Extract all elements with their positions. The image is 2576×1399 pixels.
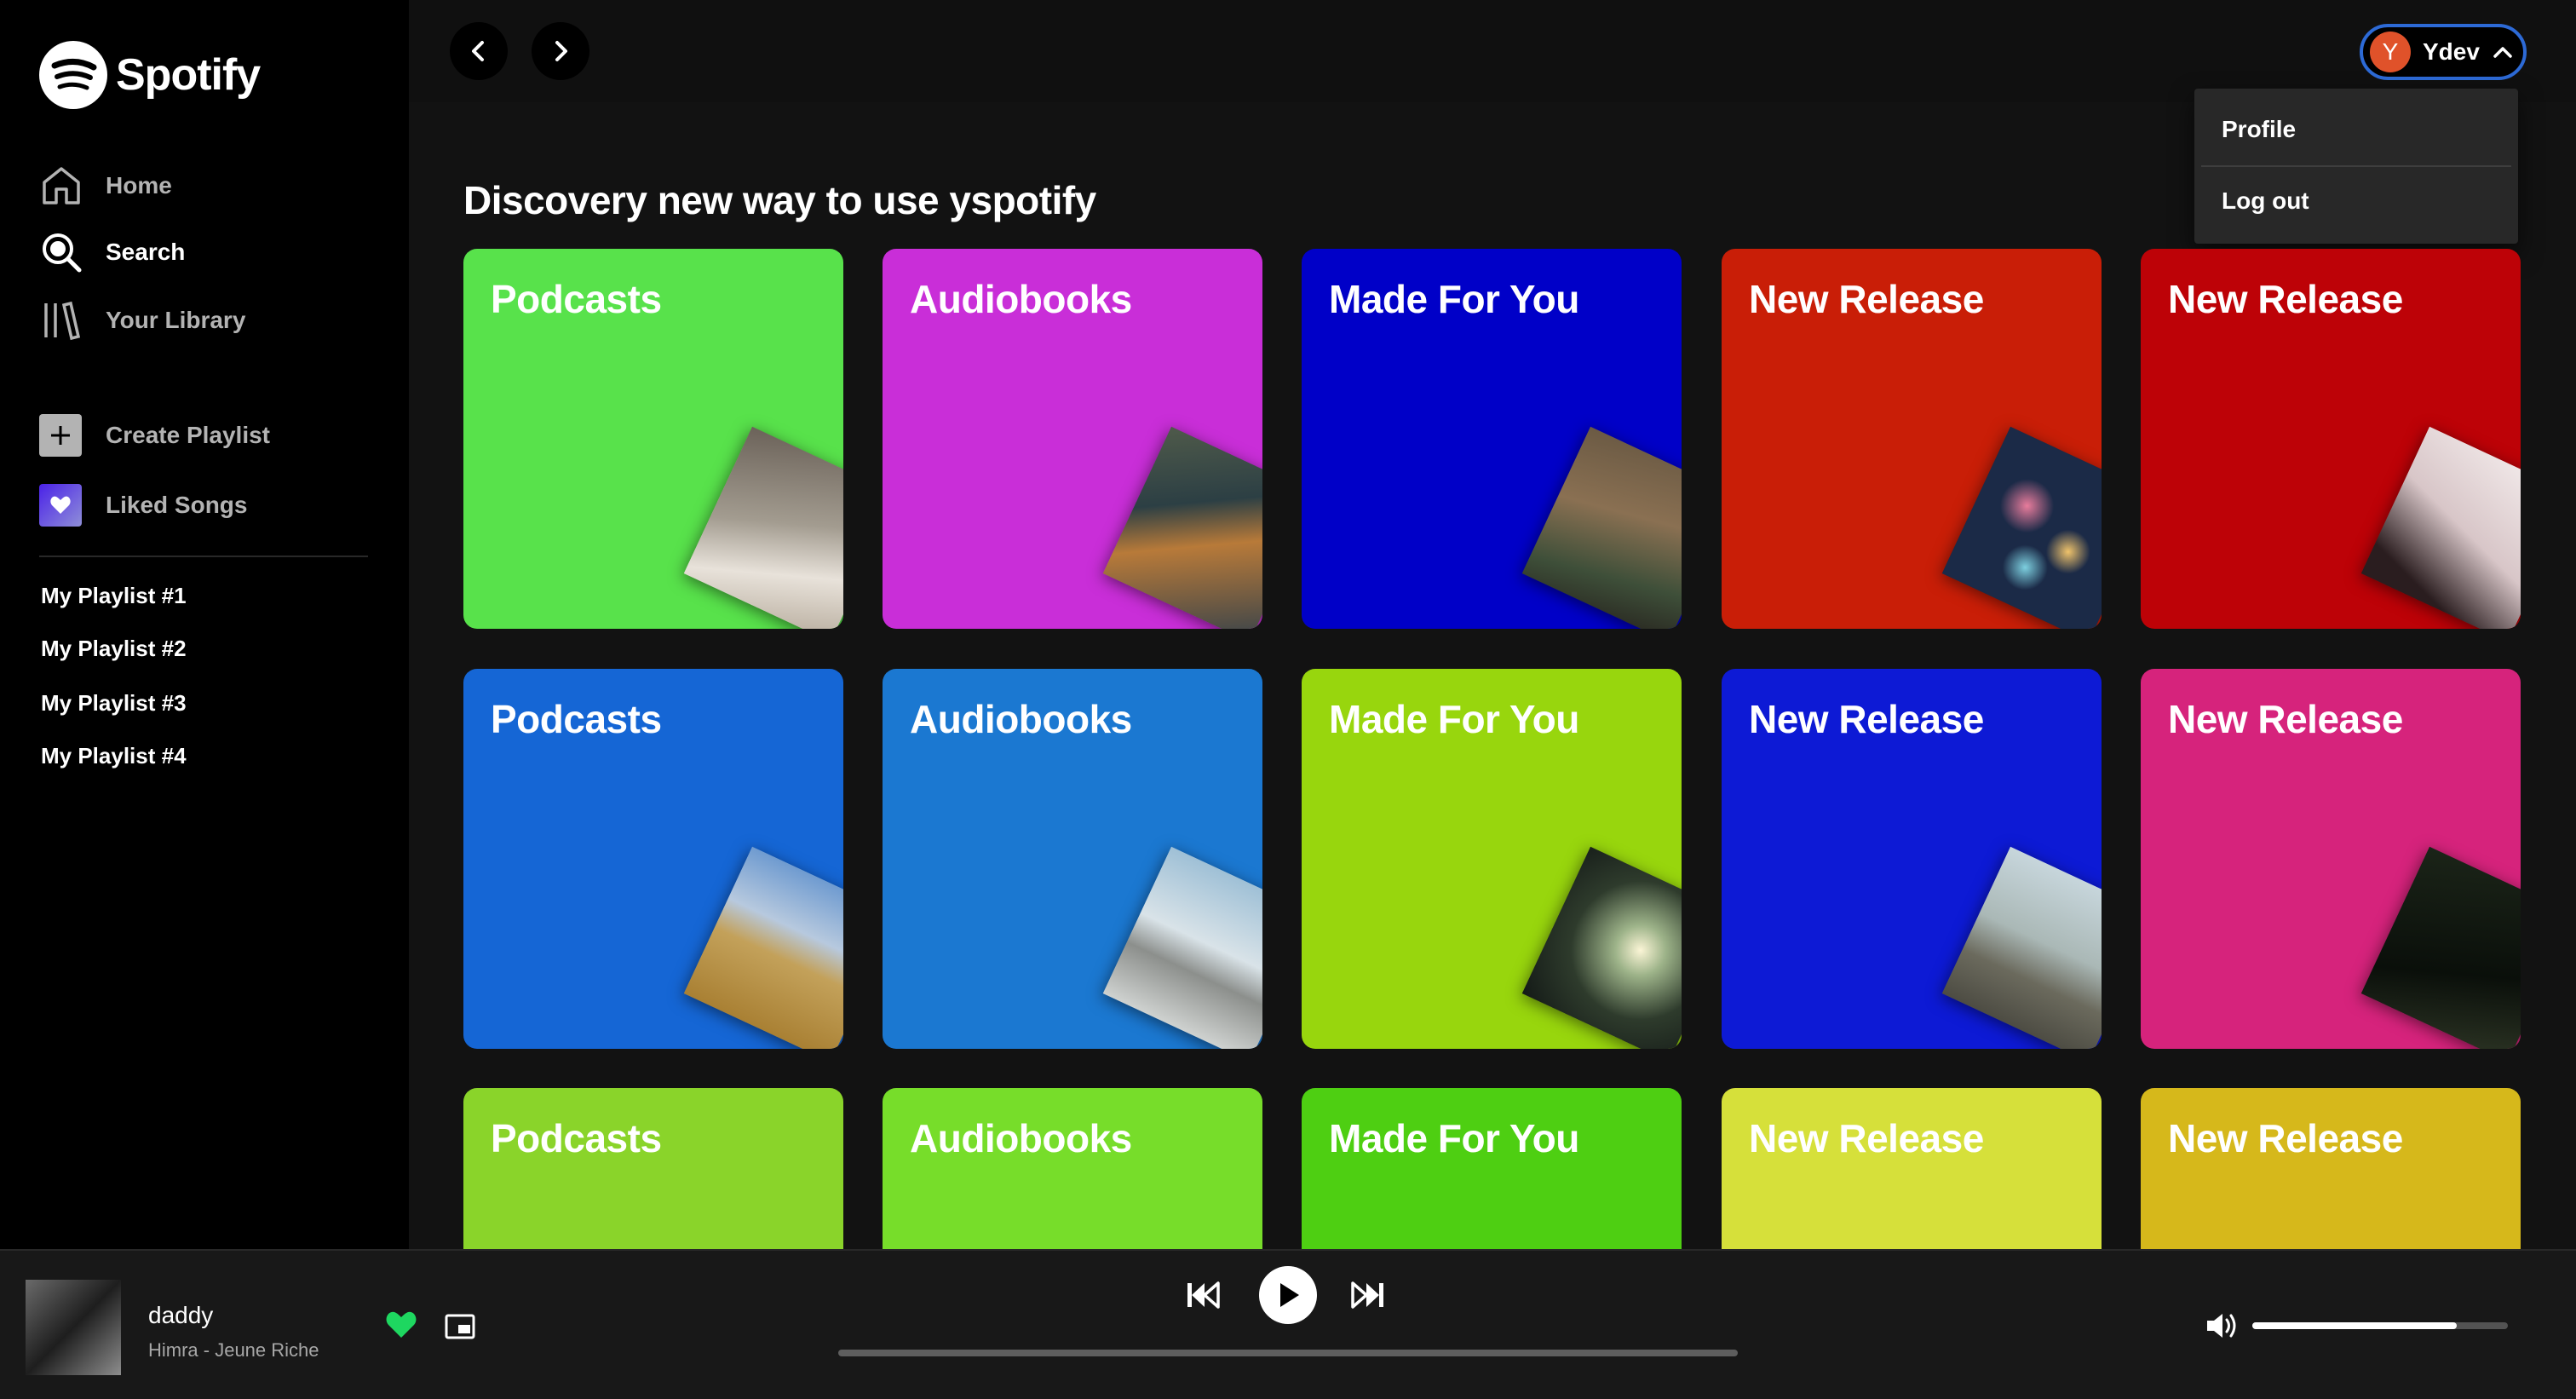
category-card-image — [2360, 846, 2521, 1049]
category-card-title: New Release — [1749, 1116, 1984, 1160]
category-card-image — [1102, 846, 1262, 1049]
category-card[interactable]: New Release — [2141, 669, 2521, 1049]
category-card-image — [2360, 426, 2521, 629]
category-card-title: Made For You — [1329, 697, 1579, 741]
category-card-image — [1521, 426, 1682, 629]
menu-divider — [2201, 165, 2511, 167]
category-card[interactable]: New Release — [1722, 249, 2102, 629]
category-card-title: Audiobooks — [910, 277, 1132, 321]
forward-button[interactable] — [532, 22, 589, 80]
sidebar: Spotify Home Search Your Library Create … — [0, 0, 409, 1249]
track-cover[interactable] — [26, 1280, 121, 1375]
main-content: Y Ydev Profile Log out Discovery new way… — [409, 0, 2576, 1249]
playback-progress-bar[interactable] — [838, 1350, 1738, 1356]
category-card[interactable]: Made For You — [1302, 669, 1682, 1049]
category-card-title: New Release — [2168, 697, 2403, 741]
category-card-image — [683, 426, 843, 629]
category-card[interactable]: Podcasts — [463, 1088, 843, 1249]
heart-filled-icon — [386, 1311, 417, 1338]
playlist-item[interactable]: My Playlist #2 — [41, 636, 187, 662]
category-card-image — [1941, 426, 2102, 629]
category-card[interactable]: New Release — [1722, 1088, 2102, 1249]
heart-icon — [39, 484, 82, 527]
playlist-item[interactable]: My Playlist #4 — [41, 743, 187, 769]
category-card[interactable]: Audiobooks — [883, 249, 1262, 629]
volume-button[interactable] — [2205, 1310, 2239, 1345]
skip-back-icon — [1187, 1281, 1220, 1309]
user-dropdown-menu: Profile Log out — [2194, 89, 2518, 244]
page-heading: Discovery new way to use yspotify — [463, 178, 1096, 222]
category-card[interactable]: Audiobooks — [883, 1088, 1262, 1249]
nav-search[interactable]: Search — [39, 230, 185, 274]
top-bar — [409, 0, 2576, 102]
category-card-title: Podcasts — [491, 1116, 662, 1160]
nav-home[interactable]: Home — [39, 164, 172, 208]
home-icon — [43, 167, 80, 204]
picture-in-picture-icon — [445, 1314, 475, 1339]
play-button[interactable] — [1259, 1266, 1317, 1324]
nav-library-label: Your Library — [106, 307, 246, 333]
create-playlist-button[interactable]: Create Playlist — [39, 414, 270, 457]
previous-track-button[interactable] — [1184, 1278, 1222, 1316]
user-menu-button[interactable]: Y Ydev — [2360, 24, 2527, 80]
nav-home-label: Home — [106, 172, 172, 199]
category-card[interactable]: Audiobooks — [883, 669, 1262, 1049]
search-icon — [43, 233, 82, 273]
create-playlist-label: Create Playlist — [106, 422, 270, 448]
category-card[interactable]: New Release — [1722, 669, 2102, 1049]
chevron-right-icon — [555, 41, 567, 61]
category-card[interactable]: Podcasts — [463, 669, 843, 1049]
library-icon — [44, 301, 81, 341]
category-card-title: Audiobooks — [910, 1116, 1132, 1160]
back-button[interactable] — [450, 22, 508, 80]
liked-songs-label: Liked Songs — [106, 492, 248, 518]
category-card[interactable]: Made For You — [1302, 249, 1682, 629]
spotify-logo-text: Spotify — [116, 50, 261, 100]
skip-forward-icon — [1351, 1281, 1383, 1309]
plus-icon — [39, 414, 82, 457]
menu-item-profile[interactable]: Profile — [2222, 116, 2296, 143]
category-card-image — [683, 846, 843, 1049]
track-title[interactable]: daddy — [148, 1302, 213, 1329]
category-card[interactable]: New Release — [2141, 1088, 2521, 1249]
nav-library[interactable]: Your Library — [39, 298, 245, 343]
category-card-title: New Release — [1749, 277, 1984, 321]
category-card-image — [1521, 846, 1682, 1049]
category-card-title: New Release — [2168, 277, 2403, 321]
sidebar-divider — [39, 556, 368, 557]
liked-songs-button[interactable]: Liked Songs — [39, 484, 247, 527]
category-card-title: Podcasts — [491, 697, 662, 741]
like-button[interactable] — [385, 1310, 417, 1344]
spotify-logo-icon — [39, 41, 107, 109]
category-card-title: Audiobooks — [910, 697, 1132, 741]
category-card-title: Made For You — [1329, 1116, 1579, 1160]
category-card[interactable]: Made For You — [1302, 1088, 1682, 1249]
category-card-image — [1941, 846, 2102, 1049]
spotify-logo[interactable]: Spotify — [39, 41, 261, 109]
category-card-title: Podcasts — [491, 277, 662, 321]
category-card-image — [1102, 426, 1262, 629]
player-bar: daddy Himra - Jeune Riche — [0, 1249, 2576, 1399]
avatar: Y — [2370, 32, 2411, 72]
chevron-left-icon — [472, 41, 484, 61]
category-card[interactable]: New Release — [2141, 249, 2521, 629]
nav-search-label: Search — [106, 239, 186, 265]
next-track-button[interactable] — [1349, 1278, 1387, 1316]
track-artist[interactable]: Himra - Jeune Riche — [148, 1339, 319, 1362]
volume-fill — [2252, 1322, 2457, 1329]
menu-item-logout[interactable]: Log out — [2222, 187, 2309, 215]
playlist-item[interactable]: My Playlist #1 — [41, 583, 187, 609]
category-card-title: New Release — [2168, 1116, 2403, 1160]
category-card[interactable]: Podcasts — [463, 249, 843, 629]
volume-slider[interactable] — [2252, 1322, 2508, 1329]
picture-in-picture-button[interactable] — [445, 1314, 475, 1344]
category-card-title: Made For You — [1329, 277, 1579, 321]
playlist-item[interactable]: My Playlist #3 — [41, 690, 187, 717]
chevron-up-icon — [2493, 47, 2512, 58]
play-icon — [1280, 1283, 1299, 1307]
volume-icon — [2207, 1314, 2236, 1338]
category-card-title: New Release — [1749, 697, 1984, 741]
user-name: Ydev — [2423, 38, 2480, 65]
